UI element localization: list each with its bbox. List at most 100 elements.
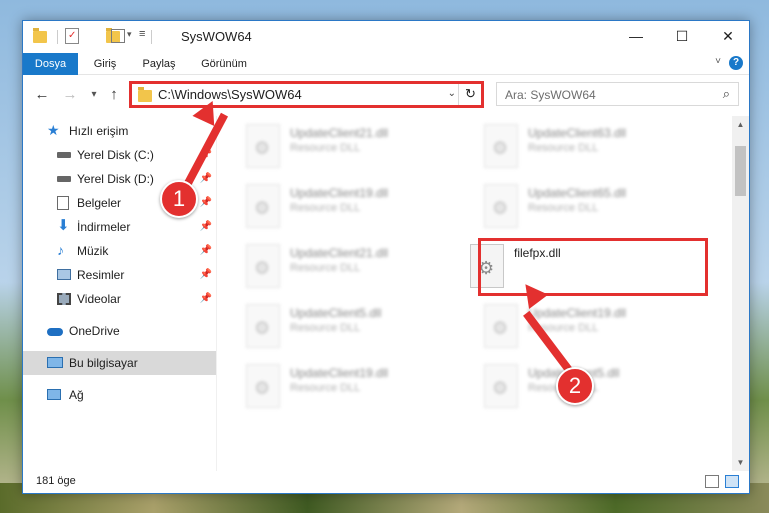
sidebar-item-label: OneDrive (69, 324, 120, 338)
file-item[interactable]: ⚙ UpdateClient19.dll Resource DLL (456, 300, 676, 354)
file-type: Resource DLL (290, 142, 361, 154)
view-icon[interactable] (111, 29, 125, 43)
chevron-down-icon[interactable]: ˅ (715, 56, 721, 67)
scroll-thumb[interactable] (735, 146, 746, 196)
file-name: UpdateClient19.dll (528, 306, 627, 320)
tab-view[interactable]: Görünüm (195, 53, 253, 75)
gear-icon: ⚙ (492, 138, 509, 158)
sidebar-item-label: Bu bilgisayar (69, 356, 138, 370)
sidebar-item-pictures[interactable]: Resimler 📌 (23, 263, 216, 287)
properties-icon[interactable]: ✓ (65, 28, 79, 44)
videos-icon (57, 293, 71, 305)
file-type: Resource DLL (528, 202, 599, 214)
sidebar-item-onedrive[interactable]: OneDrive (23, 319, 216, 343)
gear-icon: ⚙ (254, 378, 271, 398)
sidebar-item-label: Müzik (77, 244, 109, 258)
pin-icon[interactable]: 📌 (200, 191, 212, 215)
download-icon: ⬇ (57, 217, 70, 234)
tab-file[interactable]: Dosya (23, 53, 78, 75)
sidebar-item-this-pc[interactable]: Bu bilgisayar (23, 351, 216, 375)
sidebar-item-label: Belgeler (77, 196, 122, 210)
drive-icon (57, 152, 71, 158)
pin-icon[interactable]: 📌 (200, 215, 212, 239)
step-1-badge: 1 (160, 180, 198, 218)
pin-icon[interactable]: 📌 (200, 167, 212, 191)
search-placeholder: Ara: SysWOW64 (505, 88, 596, 102)
file-name: UpdateClient65.dll (528, 186, 627, 200)
file-name: UpdateClient63.dll (528, 126, 627, 140)
gear-icon: ⚙ (492, 198, 509, 218)
item-count: 181 öge (36, 475, 76, 487)
tab-share[interactable]: Paylaş (137, 53, 181, 75)
sidebar-item-music[interactable]: ♪ Müzik 📌 (23, 239, 216, 263)
file-item[interactable]: ⚙ UpdateClient21.dll Resource DLL (218, 120, 438, 174)
computer-icon (47, 357, 63, 368)
sidebar-item-label: Hızlı erişim (69, 124, 129, 138)
large-icons-view-icon[interactable] (725, 475, 739, 488)
drive-icon (57, 176, 71, 182)
file-item[interactable]: ⚙ UpdateClient63.dll Resource DLL (456, 120, 676, 174)
scroll-down-icon[interactable]: ▼ (732, 454, 749, 471)
music-icon: ♪ (57, 242, 64, 258)
separator (57, 30, 58, 44)
sidebar-item-network[interactable]: Ağ (23, 383, 216, 407)
file-type: Resource DLL (290, 382, 361, 394)
gear-icon: ⚙ (254, 258, 271, 278)
file-name: UpdateClient19.dll (290, 366, 389, 380)
up-button[interactable]: ↑ (105, 86, 123, 104)
customize-toolbar-icon[interactable]: ≡ (139, 28, 145, 44)
sidebar-item-quick-access[interactable]: ★ Hızlı erişim (23, 119, 216, 143)
folder-icon (33, 28, 47, 43)
sidebar-item-label: Videolar (77, 292, 121, 306)
file-name: UpdateClient21.dll (290, 126, 389, 140)
maximize-button[interactable]: ☐ (659, 21, 705, 53)
close-button[interactable]: ✕ (705, 21, 751, 53)
details-view-icon[interactable] (705, 475, 719, 488)
file-item[interactable]: ⚙ UpdateClient65.dll Resource DLL (456, 180, 676, 234)
documents-icon (57, 196, 69, 210)
help-icon[interactable]: ? (729, 56, 743, 70)
sidebar-item-label: Ağ (69, 388, 84, 402)
sidebar-item-label: Yerel Disk (C:) (77, 148, 154, 162)
gear-icon: ⚙ (254, 198, 271, 218)
file-type: Resource DLL (528, 142, 599, 154)
scroll-up-icon[interactable]: ▲ (732, 116, 749, 133)
navigation-pane: ★ Hızlı erişim Yerel Disk (C:) 📌 Yerel D… (23, 116, 216, 471)
pane-divider (216, 116, 217, 471)
forward-button[interactable]: → (61, 86, 79, 104)
address-highlight-box (129, 81, 484, 108)
vertical-scrollbar[interactable]: ▲ ▼ (732, 116, 749, 471)
pin-icon[interactable]: 📌 (200, 239, 212, 263)
chevron-down-icon[interactable]: ▾ (127, 29, 132, 45)
pin-icon[interactable]: 📌 (200, 263, 212, 287)
network-icon (47, 389, 61, 400)
title-bar: ✓ ▾ ≡ SysWOW64 — ☐ ✕ (23, 21, 749, 53)
file-type: Resource DLL (290, 202, 361, 214)
recent-locations-button[interactable]: ▾ (85, 86, 103, 104)
search-icon: ⌕ (722, 86, 730, 101)
file-name: UpdateClient5.dll (290, 306, 382, 320)
file-item[interactable]: ⚙ UpdateClient5.dll Resource DLL (218, 300, 438, 354)
minimize-button[interactable]: — (613, 21, 659, 53)
separator (151, 30, 152, 44)
file-type: Resource DLL (290, 262, 361, 274)
file-item[interactable]: ⚙ UpdateClient19.dll Resource DLL (218, 360, 438, 414)
step-2-badge: 2 (556, 367, 594, 405)
gear-icon: ⚙ (492, 318, 509, 338)
sidebar-item-downloads[interactable]: ⬇ İndirmeler 📌 (23, 215, 216, 239)
sidebar-item-label: Yerel Disk (D:) (77, 172, 154, 186)
back-button[interactable]: ← (33, 86, 51, 104)
file-item[interactable]: ⚙ UpdateClient19.dll Resource DLL (218, 180, 438, 234)
pin-icon[interactable]: 📌 (200, 287, 212, 311)
pictures-icon (57, 269, 71, 280)
star-icon: ★ (47, 122, 60, 138)
file-item[interactable]: ⚙ UpdateClient21.dll Resource DLL (218, 240, 438, 294)
sidebar-item-videos[interactable]: Videolar 📌 (23, 287, 216, 311)
tab-home[interactable]: Giriş (87, 53, 123, 75)
gear-icon: ⚙ (254, 138, 271, 158)
status-bar: 181 öge (23, 471, 749, 493)
gear-icon: ⚙ (492, 378, 509, 398)
file-name: UpdateClient21.dll (290, 246, 389, 260)
search-input[interactable]: Ara: SysWOW64 ⌕ (496, 82, 739, 106)
sidebar-item-disk-c[interactable]: Yerel Disk (C:) 📌 (23, 143, 216, 167)
